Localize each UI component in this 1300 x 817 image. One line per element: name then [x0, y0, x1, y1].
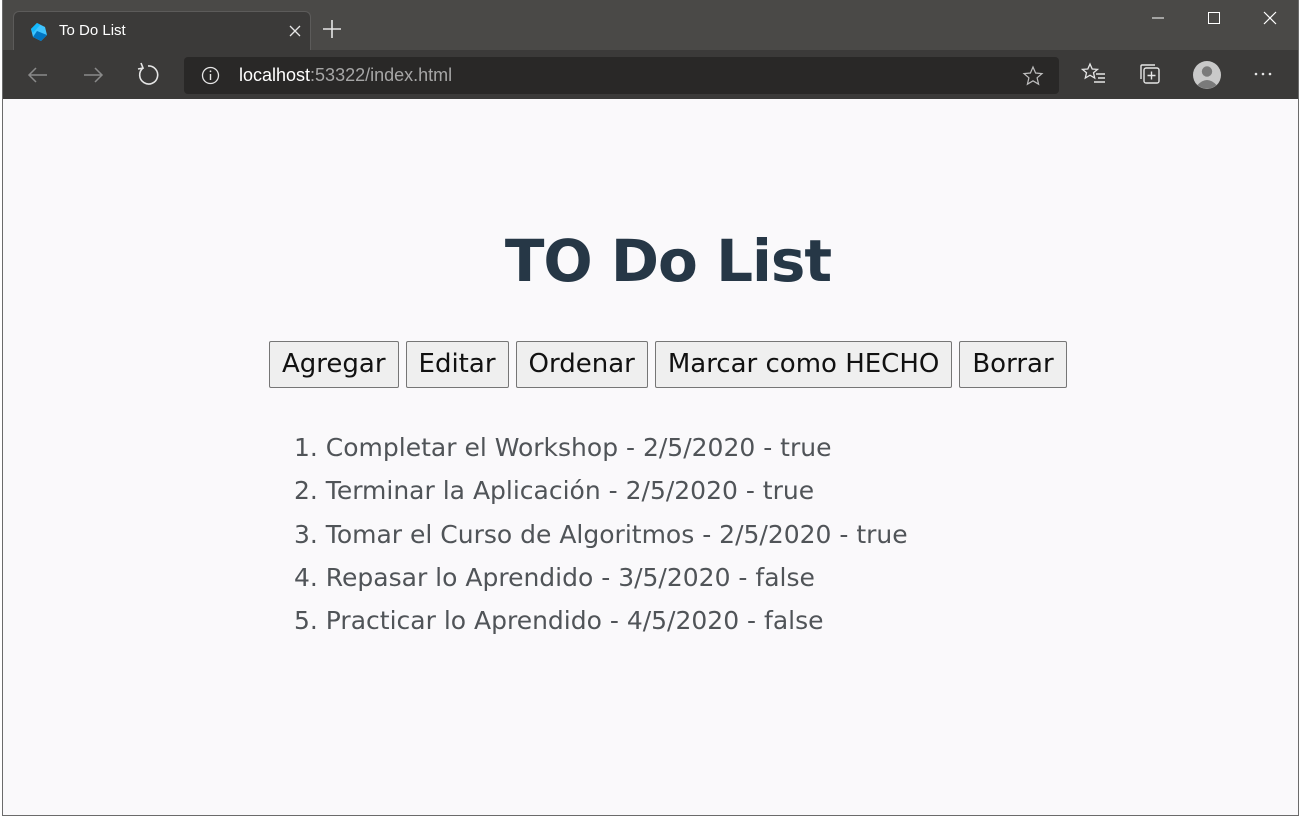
list-item: 3. Tomar el Curso de Algoritmos - 2/5/20…: [294, 519, 908, 549]
info-icon[interactable]: [201, 66, 220, 85]
more-icon[interactable]: [1250, 61, 1276, 87]
list-item: 2. Terminar la Aplicación - 2/5/2020 - t…: [294, 476, 815, 506]
add-button[interactable]: Agregar: [269, 341, 399, 388]
arrow-right-icon[interactable]: [76, 58, 110, 92]
dart-logo-icon: [31, 23, 47, 41]
browser-toolbar: localhost:53322/index.html: [3, 50, 1298, 99]
avatar-icon[interactable]: [1192, 60, 1222, 90]
list-item: 5. Practicar lo Aprendido - 4/5/2020 - f…: [294, 606, 824, 636]
browser-tab[interactable]: To Do List: [13, 11, 311, 50]
page-title: TO Do List: [504, 227, 832, 295]
delete-button[interactable]: Borrar: [959, 341, 1067, 388]
title-bar: To Do List: [3, 0, 1298, 50]
url-path: :53322/index.html: [310, 65, 453, 85]
close-icon[interactable]: [284, 20, 306, 42]
browser-window: To Do List localhost:53322/index.html TO…: [2, 0, 1299, 816]
list-item: 1. Completar el Workshop - 2/5/2020 - tr…: [294, 433, 832, 462]
page-content: TO Do List Agregar Editar Ordenar Marcar…: [3, 99, 1298, 815]
favorites-list-icon[interactable]: [1081, 61, 1107, 87]
refresh-icon[interactable]: [131, 58, 165, 92]
action-buttons: Agregar Editar Ordenar Marcar como HECHO…: [269, 341, 1067, 388]
collections-icon[interactable]: [1137, 61, 1163, 87]
star-icon[interactable]: [1022, 65, 1044, 87]
plus-icon[interactable]: [319, 16, 345, 42]
tab-title: To Do List: [59, 22, 126, 39]
arrow-left-icon[interactable]: [21, 58, 55, 92]
sort-button[interactable]: Ordenar: [515, 341, 648, 388]
task-list: 1. Completar el Workshop - 2/5/2020 - tr…: [294, 429, 908, 645]
address-bar[interactable]: localhost:53322/index.html: [184, 57, 1059, 94]
list-item: 4. Repasar lo Aprendido - 3/5/2020 - fal…: [294, 562, 815, 592]
url-text: localhost:53322/index.html: [239, 65, 452, 86]
edit-button[interactable]: Editar: [405, 341, 509, 388]
minimize-button[interactable]: [1130, 0, 1186, 36]
maximize-button[interactable]: [1186, 0, 1242, 36]
window-close-button[interactable]: [1242, 0, 1298, 36]
mark-done-button[interactable]: Marcar como HECHO: [654, 341, 953, 388]
url-host: localhost: [239, 65, 311, 85]
